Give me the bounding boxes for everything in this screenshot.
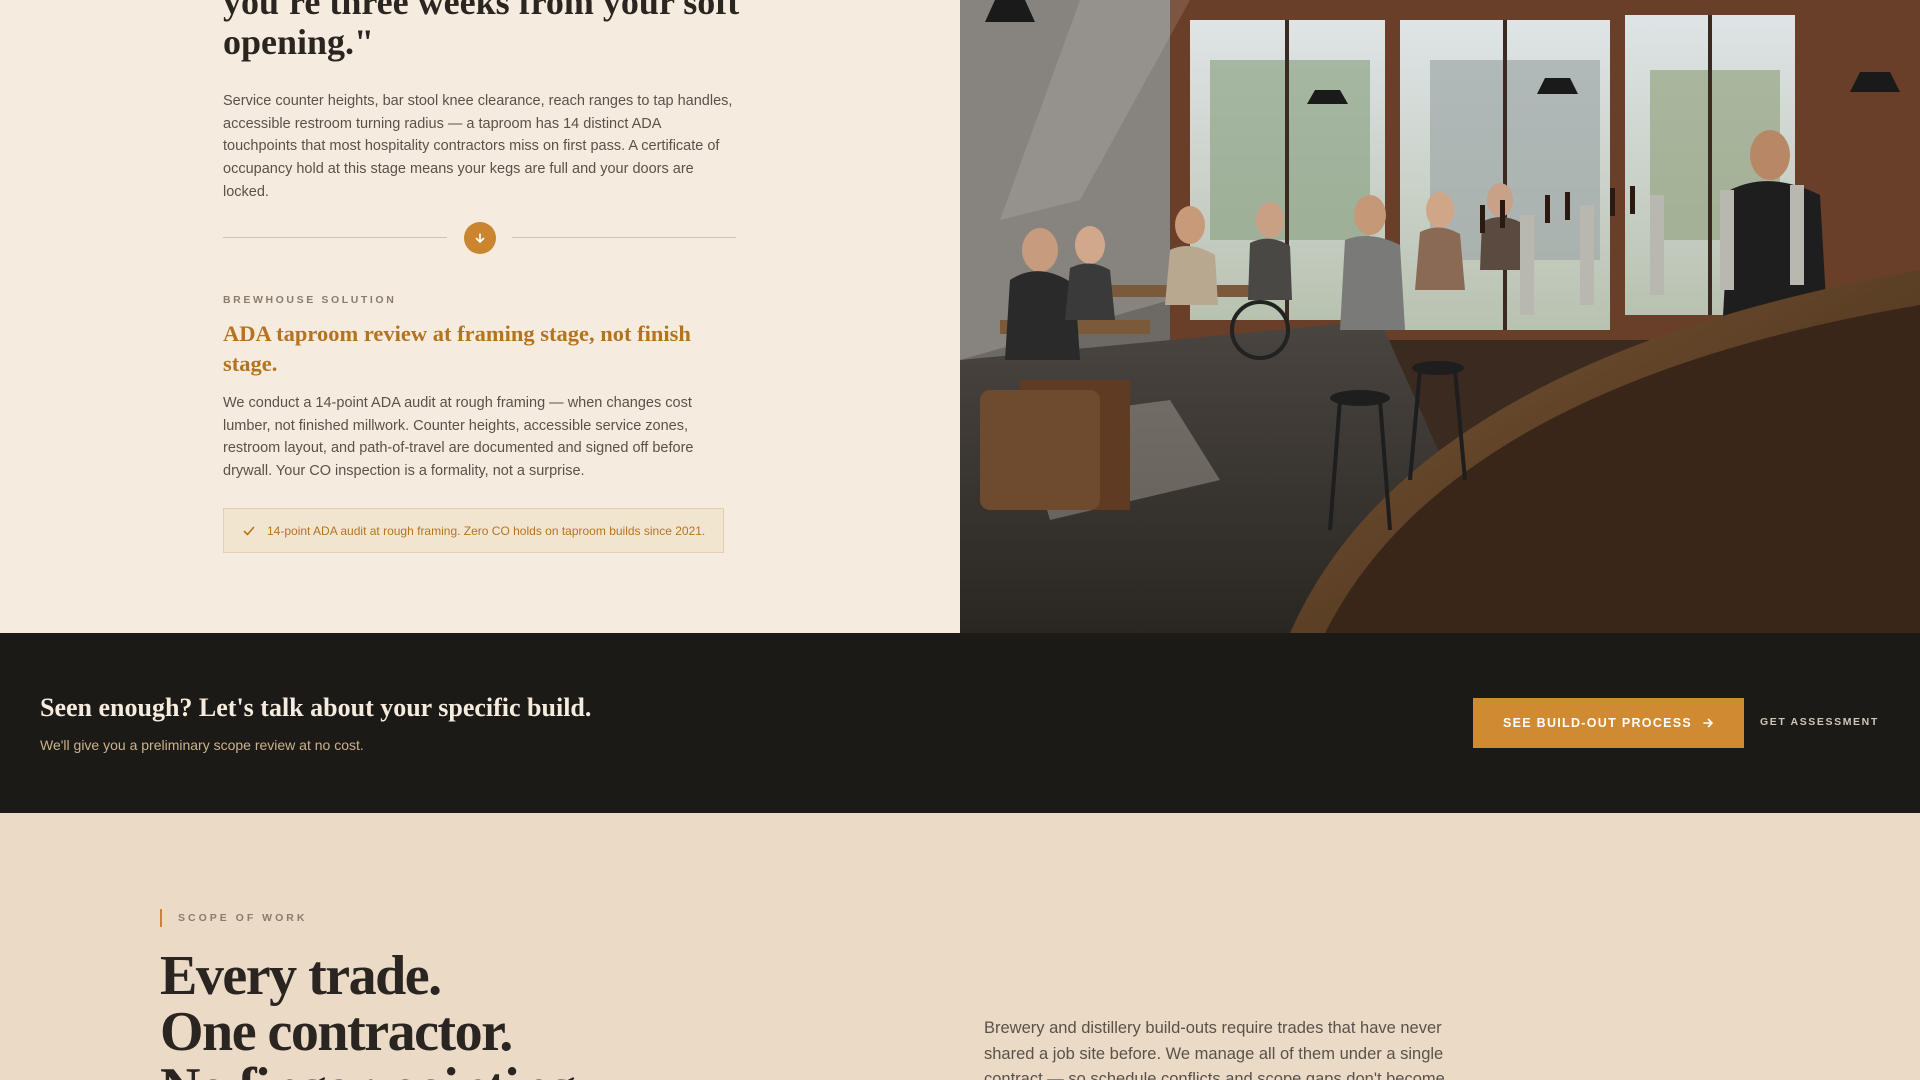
taproom-photo bbox=[960, 0, 1920, 633]
cta-band: Seen enough? Let's talk about your speci… bbox=[0, 633, 1920, 813]
proof-text: 14-point ADA audit at rough framing. Zer… bbox=[267, 523, 706, 538]
problem-quote: you're three weeks from your soft openin… bbox=[223, 0, 740, 62]
problem-solution-content: you're three weeks from your soft openin… bbox=[0, 0, 960, 633]
divider-line-right bbox=[512, 237, 736, 238]
scope-section: SCOPE OF WORK Every trade. One contracto… bbox=[0, 813, 1920, 1080]
get-assessment-link[interactable]: GET ASSESSMENT bbox=[1760, 716, 1879, 728]
solution-eyebrow: BREWHOUSE SOLUTION bbox=[223, 294, 397, 306]
solution-description: We conduct a 14-point ADA audit at rough… bbox=[223, 395, 694, 480]
scope-description: Brewery and distillery build-outs requir… bbox=[984, 1019, 1445, 1080]
section-divider bbox=[223, 222, 736, 254]
scope-title-line-2: One contractor. bbox=[160, 1001, 513, 1063]
arrow-right-icon bbox=[1702, 717, 1714, 729]
arrow-down-icon bbox=[464, 222, 496, 254]
see-build-out-process-button[interactable]: SEE BUILD-OUT PROCESS bbox=[1473, 698, 1744, 748]
scope-title-line-3: No finger-pointing. bbox=[160, 1060, 588, 1080]
cta-subtitle: We'll give you a preliminary scope revie… bbox=[40, 737, 364, 753]
check-icon bbox=[242, 524, 256, 538]
scope-eyebrow: SCOPE OF WORK bbox=[160, 909, 307, 927]
see-build-out-process-label: SEE BUILD-OUT PROCESS bbox=[1502, 716, 1693, 730]
scope-title-line-1: Every trade. bbox=[160, 945, 442, 1007]
divider-line-left bbox=[223, 237, 447, 238]
cta-title: Seen enough? Let's talk about your speci… bbox=[40, 693, 592, 722]
scope-title: Every trade. One contractor. No finger-p… bbox=[160, 945, 588, 1080]
problem-solution-section: you're three weeks from your soft openin… bbox=[0, 0, 1920, 633]
problem-description: Service counter heights, bar stool knee … bbox=[223, 93, 733, 200]
proof-callout: 14-point ADA audit at rough framing. Zer… bbox=[223, 508, 724, 553]
solution-title: ADA taproom review at framing stage, not… bbox=[223, 321, 691, 376]
